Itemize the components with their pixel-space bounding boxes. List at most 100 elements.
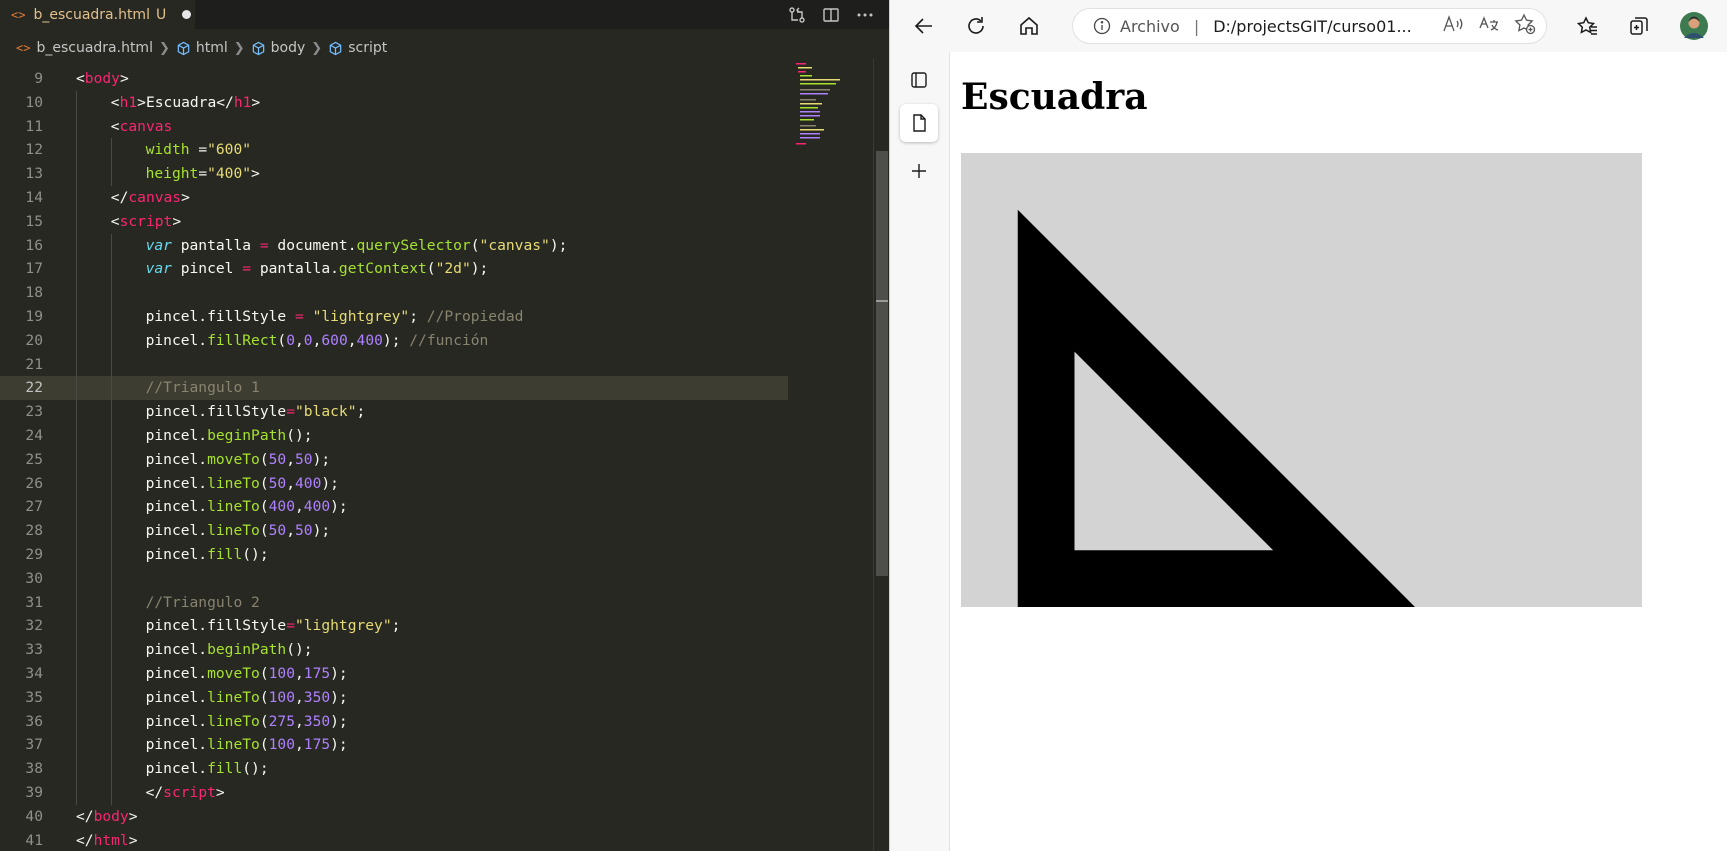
minimap-lines xyxy=(796,63,840,145)
code-line[interactable]: 33 pincel.beginPath(); xyxy=(0,638,788,662)
code-line[interactable]: 24 pincel.beginPath(); xyxy=(0,424,788,448)
code-token: 100 xyxy=(268,736,295,754)
code-line[interactable]: 20 pincel.fillRect(0,0,600,400); //funció… xyxy=(0,329,788,353)
code-token: > xyxy=(251,165,260,183)
code-token: //función xyxy=(409,331,489,349)
code-token: ; xyxy=(409,308,427,325)
read-aloud-icon[interactable] xyxy=(1442,14,1464,38)
code-line[interactable]: 32 pincel.fillStyle="lightgrey"; xyxy=(0,614,788,638)
code-line[interactable]: 21 xyxy=(0,353,788,377)
chevron-right-icon: ❯ xyxy=(233,40,245,56)
editor-tab[interactable]: <> b_escuadra.html U xyxy=(0,0,195,29)
code-token: ; xyxy=(356,403,366,421)
code-token: </ xyxy=(110,189,129,206)
drawing-canvas[interactable] xyxy=(961,153,1642,607)
tab-actions-icon[interactable] xyxy=(900,61,938,99)
code-token: lineTo xyxy=(207,522,260,540)
code-token: = xyxy=(198,165,208,183)
refresh-button[interactable] xyxy=(959,9,993,43)
code-line[interactable]: 35 pincel.lineTo(100,350); xyxy=(0,686,788,710)
line-number: 12 xyxy=(25,141,43,159)
address-bar[interactable]: Archivo | D:/projectsGIT/curso01... xyxy=(1072,8,1547,44)
breadcrumb-file[interactable]: b_escuadra.html xyxy=(36,40,153,56)
code-line[interactable]: 22 //Triangulo 1 xyxy=(0,376,788,401)
split-editor-icon[interactable] xyxy=(821,5,841,25)
code-line[interactable]: 28 pincel.lineTo(50,50); xyxy=(0,519,788,543)
code-line[interactable]: 26 pincel.lineTo(50,400); xyxy=(0,472,788,496)
code-line[interactable]: 13 height="400"> xyxy=(0,162,788,186)
code-token: , xyxy=(294,498,304,516)
code-token: 50 xyxy=(295,450,313,468)
new-tab-plus-icon[interactable] xyxy=(900,152,938,190)
page-tab-icon[interactable] xyxy=(900,104,938,142)
line-code: pincel.fillStyle = "lightgrey"; //Propie… xyxy=(146,305,524,329)
code-line[interactable]: 9 <body> xyxy=(0,67,788,91)
code-line[interactable]: 38 pincel.fill(); xyxy=(0,757,788,781)
code-token: , xyxy=(295,331,304,349)
code-token: "lightgrey" xyxy=(312,308,410,325)
code-line[interactable]: 19 pincel.fillStyle = "lightgrey"; //Prop… xyxy=(0,305,788,329)
code-token: 175 xyxy=(303,736,331,754)
home-button[interactable] xyxy=(1012,9,1046,43)
breadcrumb: <> b_escuadra.html ❯ html ❯ body ❯ scrip… xyxy=(0,37,387,59)
scrollbar-thumb[interactable] xyxy=(876,151,888,576)
element-symbol-icon xyxy=(328,41,343,56)
code-token: ); xyxy=(330,712,348,730)
address-url[interactable]: D:/projectsGIT/curso01... xyxy=(1213,17,1412,36)
code-line[interactable]: 12 width ="600" xyxy=(0,138,788,162)
code-line[interactable]: 17 var pincel = pantalla.getContext("2d")… xyxy=(0,257,788,281)
code-line[interactable]: 41 </html> xyxy=(0,829,788,851)
line-code: pincel.fillStyle="lightgrey"; xyxy=(146,614,401,638)
breadcrumb-script[interactable]: script xyxy=(348,40,387,56)
code-line[interactable]: 37 pincel.lineTo(100,175); xyxy=(0,733,788,757)
breadcrumb-html[interactable]: html xyxy=(196,40,228,56)
more-actions-icon[interactable] xyxy=(855,5,875,25)
code-editor: <> b_escuadra.html U <> b_escuadra.html … xyxy=(0,0,889,851)
code-line[interactable]: 14 </canvas> xyxy=(0,186,788,210)
code-line[interactable]: 10 <h1>Escuadra</h1> xyxy=(0,91,788,115)
line-code: pincel.moveTo(100,175); xyxy=(146,662,348,686)
line-number: 28 xyxy=(25,522,43,540)
breadcrumb-body[interactable]: body xyxy=(271,40,306,56)
minimap[interactable] xyxy=(788,59,873,851)
code-line[interactable]: 40 </body> xyxy=(0,805,788,829)
code-line[interactable]: 39 </script> xyxy=(0,781,788,805)
code-line[interactable]: 11 <canvas xyxy=(0,115,788,139)
code-token: , xyxy=(294,712,304,730)
add-favorite-icon[interactable] xyxy=(1514,13,1536,39)
info-icon[interactable] xyxy=(1093,17,1111,35)
code-line[interactable]: 25 pincel.moveTo(50,50); xyxy=(0,448,788,472)
code-line[interactable]: 34 pincel.moveTo(100,175); xyxy=(0,662,788,686)
code-line[interactable]: 29 pincel.fill(); xyxy=(0,543,788,567)
code-token: fill xyxy=(207,760,243,778)
code-line[interactable]: 16 var pantalla = document.querySelector(… xyxy=(0,234,788,258)
code-line[interactable]: 23 pincel.fillStyle="black"; xyxy=(0,400,788,424)
line-number: 13 xyxy=(25,165,43,183)
favorites-button[interactable] xyxy=(1571,9,1605,43)
code-line[interactable]: 27 pincel.lineTo(400,400); xyxy=(0,495,788,519)
code-token: "400" xyxy=(207,165,252,183)
vertical-scrollbar[interactable] xyxy=(873,59,889,851)
back-button[interactable] xyxy=(907,9,941,43)
code-token: fill xyxy=(207,546,243,563)
translate-icon[interactable] xyxy=(1478,14,1500,38)
code-token: 0 xyxy=(286,331,295,349)
code-line[interactable]: 18 xyxy=(0,281,788,305)
code-line[interactable]: 36 pincel.lineTo(275,350); xyxy=(0,710,788,734)
code-area[interactable]: 9 <body> 10 <h1>Escuadra</h1> 11 <canvas 12 wid… xyxy=(0,67,788,851)
code-token: pincel. xyxy=(145,427,208,444)
code-line[interactable]: 30 xyxy=(0,567,788,591)
open-changes-icon[interactable] xyxy=(787,5,807,25)
code-line[interactable]: 31 //Triangulo 2 xyxy=(0,591,788,615)
collections-button[interactable] xyxy=(1622,9,1656,43)
code-token: beginPath xyxy=(207,427,287,444)
code-token: body xyxy=(93,807,129,825)
code-token: 275 xyxy=(268,712,295,730)
profile-avatar[interactable] xyxy=(1677,9,1711,43)
line-code: </canvas> xyxy=(111,186,190,210)
code-token: , xyxy=(286,474,295,492)
code-token: ); xyxy=(549,236,568,254)
code-token: ); xyxy=(382,331,410,349)
code-line[interactable]: 15 <script> xyxy=(0,210,788,234)
unsaved-dot-icon[interactable] xyxy=(182,10,192,19)
